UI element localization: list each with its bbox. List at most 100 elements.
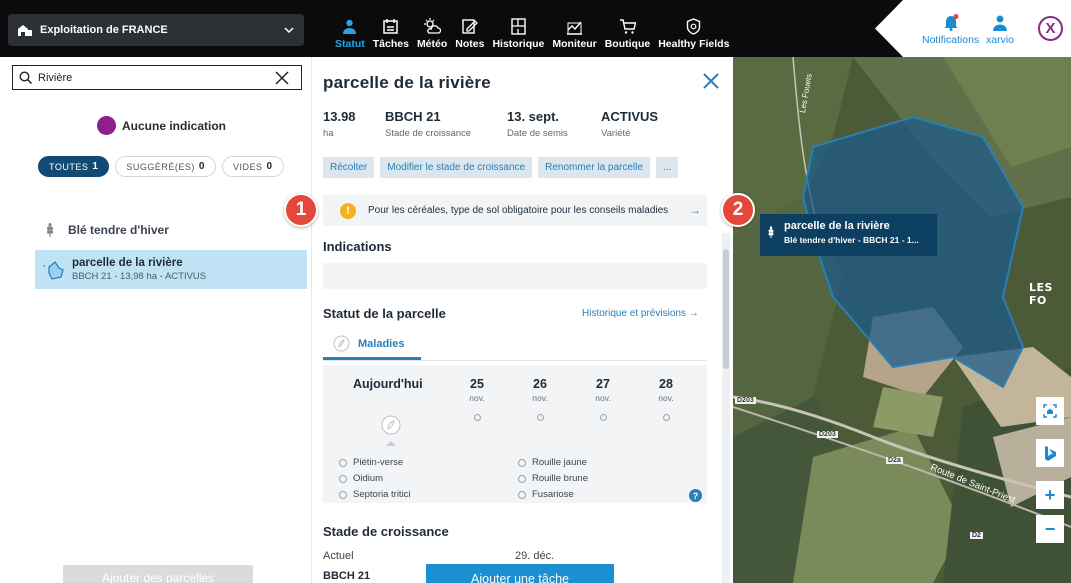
stat-label: Stade de croissance bbox=[385, 128, 472, 139]
detail-scrollbar[interactable] bbox=[722, 233, 730, 583]
parcel-title: parcelle de la rivière bbox=[323, 73, 491, 92]
indications-box bbox=[323, 263, 707, 289]
filter-count: 1 bbox=[92, 161, 99, 172]
filter-count: 0 bbox=[266, 161, 273, 172]
nav-meteo[interactable]: Météo bbox=[413, 6, 451, 50]
disease-forecast: Aujourd'hui 25 nov. 26 nov. 27 nov. 28 nov. … bbox=[323, 365, 707, 503]
more-actions-button[interactable]: ... bbox=[655, 157, 679, 178]
notes-icon bbox=[462, 19, 479, 34]
soil-type-warning[interactable]: ! Pour les céréales, type de sol obligat… bbox=[323, 195, 707, 226]
notifications-button[interactable]: Notifications bbox=[922, 14, 979, 46]
arrow-right-icon: → bbox=[689, 203, 701, 217]
annotation-badge-2: 2 bbox=[721, 193, 755, 227]
disease-pietin-verse: Piétin-verse bbox=[339, 457, 403, 468]
filter-label: VIDES bbox=[232, 161, 263, 172]
forecast-day[interactable]: 27 nov. bbox=[578, 377, 628, 421]
crop-group-label: Blé tendre d'hiver bbox=[68, 223, 169, 237]
nav-moniteur[interactable]: Moniteur bbox=[548, 6, 600, 50]
chevron-down-icon bbox=[284, 27, 294, 33]
home-icon bbox=[1043, 404, 1057, 418]
filter-pills: TOUTES 1 SUGGÉRÉ(ES) 0 VIDES 0 bbox=[38, 156, 284, 177]
zoom-in-button[interactable]: + bbox=[1036, 481, 1064, 509]
forecast-day[interactable]: 26 nov. bbox=[515, 377, 565, 421]
forecast-day[interactable]: 25 nov. bbox=[452, 377, 502, 421]
filter-empty[interactable]: VIDES 0 bbox=[221, 156, 284, 177]
cart-icon bbox=[619, 19, 636, 34]
bell-icon bbox=[944, 14, 959, 31]
filter-suggested[interactable]: SUGGÉRÉ(ES) 0 bbox=[115, 156, 216, 177]
nav-label: Tâches bbox=[372, 38, 409, 50]
shield-icon bbox=[687, 18, 701, 35]
tab-diseases[interactable]: Maladies bbox=[323, 330, 421, 360]
parcel-list-item[interactable]: parcelle de la rivière BBCH 21 - 13,98 h… bbox=[35, 250, 307, 289]
nav-boutique[interactable]: Boutique bbox=[601, 6, 655, 50]
indication-dot bbox=[97, 116, 116, 135]
map-home-button[interactable] bbox=[1036, 397, 1064, 425]
farm-selector[interactable]: Exploitation de FRANCE bbox=[8, 14, 304, 46]
nav-healthy-fields[interactable]: Healthy Fields bbox=[654, 6, 733, 50]
bing-button[interactable] bbox=[1036, 439, 1064, 467]
warning-icon: ! bbox=[340, 202, 356, 219]
nav-statut[interactable]: Statut bbox=[331, 6, 369, 50]
nav-taches[interactable]: Tâches bbox=[369, 6, 413, 50]
user-label: xarvio bbox=[986, 34, 1015, 46]
day-month: nov. bbox=[658, 393, 674, 403]
add-task-button[interactable]: Ajouter une tâche bbox=[426, 564, 614, 583]
search-box bbox=[12, 65, 302, 90]
parcel-detail-panel: parcelle de la rivière 13.98 ha BBCH 21 St… bbox=[312, 57, 733, 583]
day-number: 25 bbox=[470, 377, 484, 391]
tab-divider bbox=[323, 360, 707, 361]
weather-icon bbox=[423, 18, 441, 34]
harvest-button[interactable]: Récolter bbox=[323, 157, 375, 178]
disease-rouille-brune: Rouille brune bbox=[518, 473, 588, 484]
parcel-stats: 13.98 ha BBCH 21 Stade de croissance 13. s… bbox=[323, 109, 691, 139]
zoom-out-button[interactable]: − bbox=[1036, 515, 1064, 543]
nav-notes[interactable]: Notes bbox=[451, 6, 488, 50]
close-icon[interactable] bbox=[275, 70, 289, 85]
scrollbar-thumb[interactable] bbox=[723, 249, 729, 369]
stat-value: 13.98 bbox=[323, 109, 356, 124]
nav-historique[interactable]: Historique bbox=[488, 6, 548, 50]
nav-label: Historique bbox=[492, 38, 545, 50]
place-name: LES FO bbox=[1029, 281, 1053, 307]
satellite-map[interactable] bbox=[733, 57, 1071, 583]
disease-leaf-icon bbox=[333, 335, 350, 352]
risk-indicator bbox=[536, 414, 544, 421]
map-parcel-info: Blé tendre d'hiver - BBCH 21 - 1... bbox=[784, 235, 919, 245]
search-input[interactable] bbox=[38, 71, 275, 84]
parcel-list-panel: Aucune indication TOUTES1 SUGGÉRÉ(ES)0 V… bbox=[0, 57, 312, 583]
map-parcel-tooltip[interactable]: parcelle de la rivière Blé tendre d'hive… bbox=[760, 214, 937, 256]
crop-group-header: Blé tendre d'hiver bbox=[46, 223, 169, 237]
indication-status: Aucune indication bbox=[97, 116, 226, 135]
tasks-icon bbox=[383, 19, 399, 34]
main-nav: Statut Tâches Météo Notes Historique Mon… bbox=[331, 6, 733, 52]
history-forecast-link[interactable]: Historique et prévisions → bbox=[582, 308, 699, 319]
filter-all[interactable]: TOUTES 1 bbox=[38, 156, 110, 177]
day-number: 28 bbox=[659, 377, 673, 391]
stat-label: ha bbox=[323, 128, 334, 139]
warning-text: Pour les céréales, type de sol obligatoi… bbox=[368, 205, 669, 216]
forecast-day[interactable]: 28 nov. bbox=[641, 377, 691, 421]
wheat-icon bbox=[768, 226, 774, 238]
map-view[interactable]: Les Fouets parcelle de la rivière Blé te… bbox=[733, 57, 1071, 583]
status-icon bbox=[343, 19, 357, 34]
road-label: D2a bbox=[886, 457, 903, 464]
disease-rouille-jaune: Rouille jaune bbox=[518, 457, 587, 468]
edit-growth-stage-button[interactable]: Modifier le stade de croissance bbox=[380, 157, 533, 178]
top-bar: Exploitation de FRANCE Statut Tâches Mét… bbox=[0, 0, 1071, 57]
parcel-name: parcelle de la rivière bbox=[72, 257, 183, 269]
farm-icon bbox=[18, 25, 32, 36]
nav-label: Météo bbox=[416, 38, 448, 50]
xarvio-logo[interactable]: X bbox=[1038, 16, 1063, 41]
help-icon[interactable]: ? bbox=[689, 489, 702, 502]
close-icon[interactable] bbox=[702, 72, 720, 90]
rename-parcel-button[interactable]: Renommer la parcelle bbox=[538, 157, 650, 178]
road-label: D2 bbox=[970, 532, 983, 539]
user-button[interactable]: xarvio bbox=[986, 14, 1014, 46]
nav-label: Statut bbox=[335, 38, 365, 50]
stat-label: Date de semis bbox=[507, 128, 568, 139]
monitor-icon bbox=[567, 21, 583, 35]
risk-indicator bbox=[662, 414, 670, 421]
add-parcels-button[interactable]: Ajouter des parcelles bbox=[63, 565, 253, 583]
filter-label: TOUTES bbox=[49, 161, 89, 172]
